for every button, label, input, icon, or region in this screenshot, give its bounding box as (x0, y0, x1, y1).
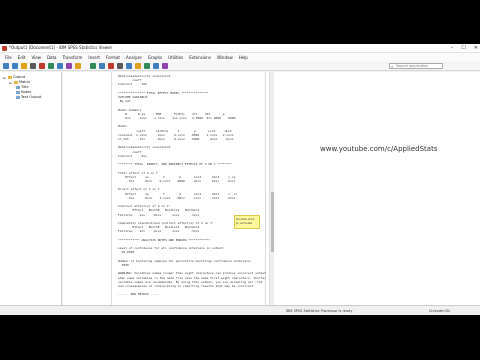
text-output-block[interactable]: Heteroskedasticity consistent coeff Indir… (111, 72, 266, 305)
toolbar-button-icon[interactable] (153, 63, 159, 69)
matrix-folder-icon (14, 80, 18, 84)
notes-page-icon (16, 90, 20, 94)
output-text-line: 5000 (118, 263, 129, 267)
menu-analyze[interactable]: Analyze (123, 53, 145, 61)
activate-hint-note: Double-click to activate (234, 215, 260, 229)
output-text-line: Indirect .5xx (118, 153, 147, 158)
vertical-scrollbar[interactable] (269, 72, 274, 305)
menu-extensions[interactable]: Extensions (186, 53, 214, 61)
toolbar-button-icon[interactable] (12, 63, 18, 69)
menu-view[interactable]: View (28, 53, 44, 61)
close-button[interactable]: ✕ (474, 45, 478, 51)
output-text-line: Bp_Sat (118, 99, 131, 104)
toolbar-button-icon[interactable] (144, 63, 150, 69)
title-page-icon (16, 85, 20, 89)
spss-app-icon (2, 46, 7, 51)
toolbar-button-icon[interactable] (126, 63, 132, 69)
search-icon: ⌕ (391, 64, 394, 69)
output-text-line: Fatisfac .2xx .0xxx .1xxx .3xxx (118, 229, 200, 234)
minimize-button[interactable]: – (451, 45, 454, 51)
toolbar-button-icon[interactable] (117, 63, 123, 69)
menu-data[interactable]: Data (44, 53, 60, 61)
nav-item-notes[interactable]: Notes (16, 90, 31, 94)
toolbar-button-icon[interactable] (21, 63, 27, 69)
toolbar-button-icon[interactable] (48, 63, 54, 69)
title-bar: *Output1 [Document1] - IBM SPSS Statisti… (0, 44, 480, 53)
nav-item-title[interactable]: Title (16, 85, 29, 89)
toolbar-button-icon[interactable] (90, 63, 96, 69)
output-text-line: Cn_Sat .5xx .0xxx 9.xxxx .0000 .4xxx .6x… (118, 137, 234, 141)
unicode-status: Unicode:ON (429, 309, 450, 313)
expand-icon: ⊟ (3, 75, 6, 80)
menu-bar: File Edit View Data Transform Insert For… (0, 53, 480, 61)
toolbar-button-icon[interactable] (30, 63, 36, 69)
menu-insert[interactable]: Insert (85, 53, 102, 61)
output-text-line: .2xx .0xxx 3.xxxx .00xx .1xxx .3xxx .2xx… (118, 195, 236, 200)
output-text-line: .5xx .0xxx 9.xxxx .0000 .4xxx .6xxx .5xx… (118, 179, 236, 183)
toolbar-button-icon[interactable] (108, 63, 114, 69)
output-text-line: Number of bootstrap samples for percenti… (118, 258, 252, 263)
output-text-line: Fatisfac .2xx .0xxx .1xxx .3xxx (118, 212, 200, 217)
maximize-button[interactable]: ☐ (461, 45, 465, 51)
toolbar-button-icon[interactable] (39, 63, 45, 69)
output-text-line: ------ END MATRIX ----- (118, 292, 160, 297)
toolbar-button-icon[interactable] (162, 63, 168, 69)
output-folder-icon (8, 75, 12, 79)
scrollbar-thumb[interactable] (271, 192, 274, 252)
output-text-line: ************ ANALYSIS NOTES AND ERRORS *… (118, 237, 211, 242)
menu-graphs[interactable]: Graphs (145, 53, 165, 61)
window-title: *Output1 [Document1] - IBM SPSS Statisti… (9, 45, 113, 50)
output-text-line: Indirect .7XX (118, 82, 147, 87)
menu-format[interactable]: Format (103, 53, 123, 61)
output-text-line: and consequences of interpreting or repo… (118, 284, 256, 288)
spss-viewer-window: *Output1 [Document1] - IBM SPSS Statisti… (0, 44, 480, 315)
search-input[interactable]: ⌕ Search application (389, 63, 443, 69)
toolbar-button-icon[interactable] (3, 63, 9, 69)
menu-utilities[interactable]: Utilities (165, 53, 186, 61)
nav-item-matrix[interactable]: ⊟ Matrix (9, 80, 30, 85)
menu-edit[interactable]: Edit (15, 53, 29, 61)
menu-help[interactable]: Help (236, 53, 251, 61)
search-placeholder: Search application (396, 64, 429, 68)
toolbar-button-icon[interactable] (66, 63, 72, 69)
processor-status: IBM SPSS Statistics Processor is ready (286, 309, 353, 313)
nav-item-output[interactable]: ⊟ Output (3, 75, 25, 80)
outline-navigator: ⊟ Output ⊟ Matrix Title Notes Text Outpu… (0, 72, 62, 305)
output-text-line: .5xx .3xxx 1.xxxx 1xx.xxxx 1.0000 2xx.00… (118, 116, 236, 120)
output-text-line: ******** TOTAL, DIRECT, AND INDIRECT EFF… (118, 162, 232, 167)
toolbar-button-icon[interactable] (135, 63, 141, 69)
output-content-pane: Heteroskedasticity consistent coeff Indir… (63, 72, 480, 305)
menu-window[interactable]: Window (214, 53, 236, 61)
status-bar: IBM SPSS Statistics Processor is ready U… (0, 305, 480, 315)
text-page-icon (16, 95, 20, 99)
toolbar-button-icon[interactable] (99, 63, 105, 69)
output-text-line: 95.0000 (118, 250, 135, 255)
expand-icon: ⊟ (9, 80, 12, 85)
nav-item-text-output[interactable]: Text Output (16, 95, 41, 99)
menu-file[interactable]: File (2, 53, 15, 61)
toolbar-button-icon[interactable] (75, 63, 81, 69)
toolbar-button-icon[interactable] (57, 63, 63, 69)
menu-transform[interactable]: Transform (60, 53, 86, 61)
channel-watermark: www.youtube.com/c/AppliedStats (320, 145, 438, 153)
